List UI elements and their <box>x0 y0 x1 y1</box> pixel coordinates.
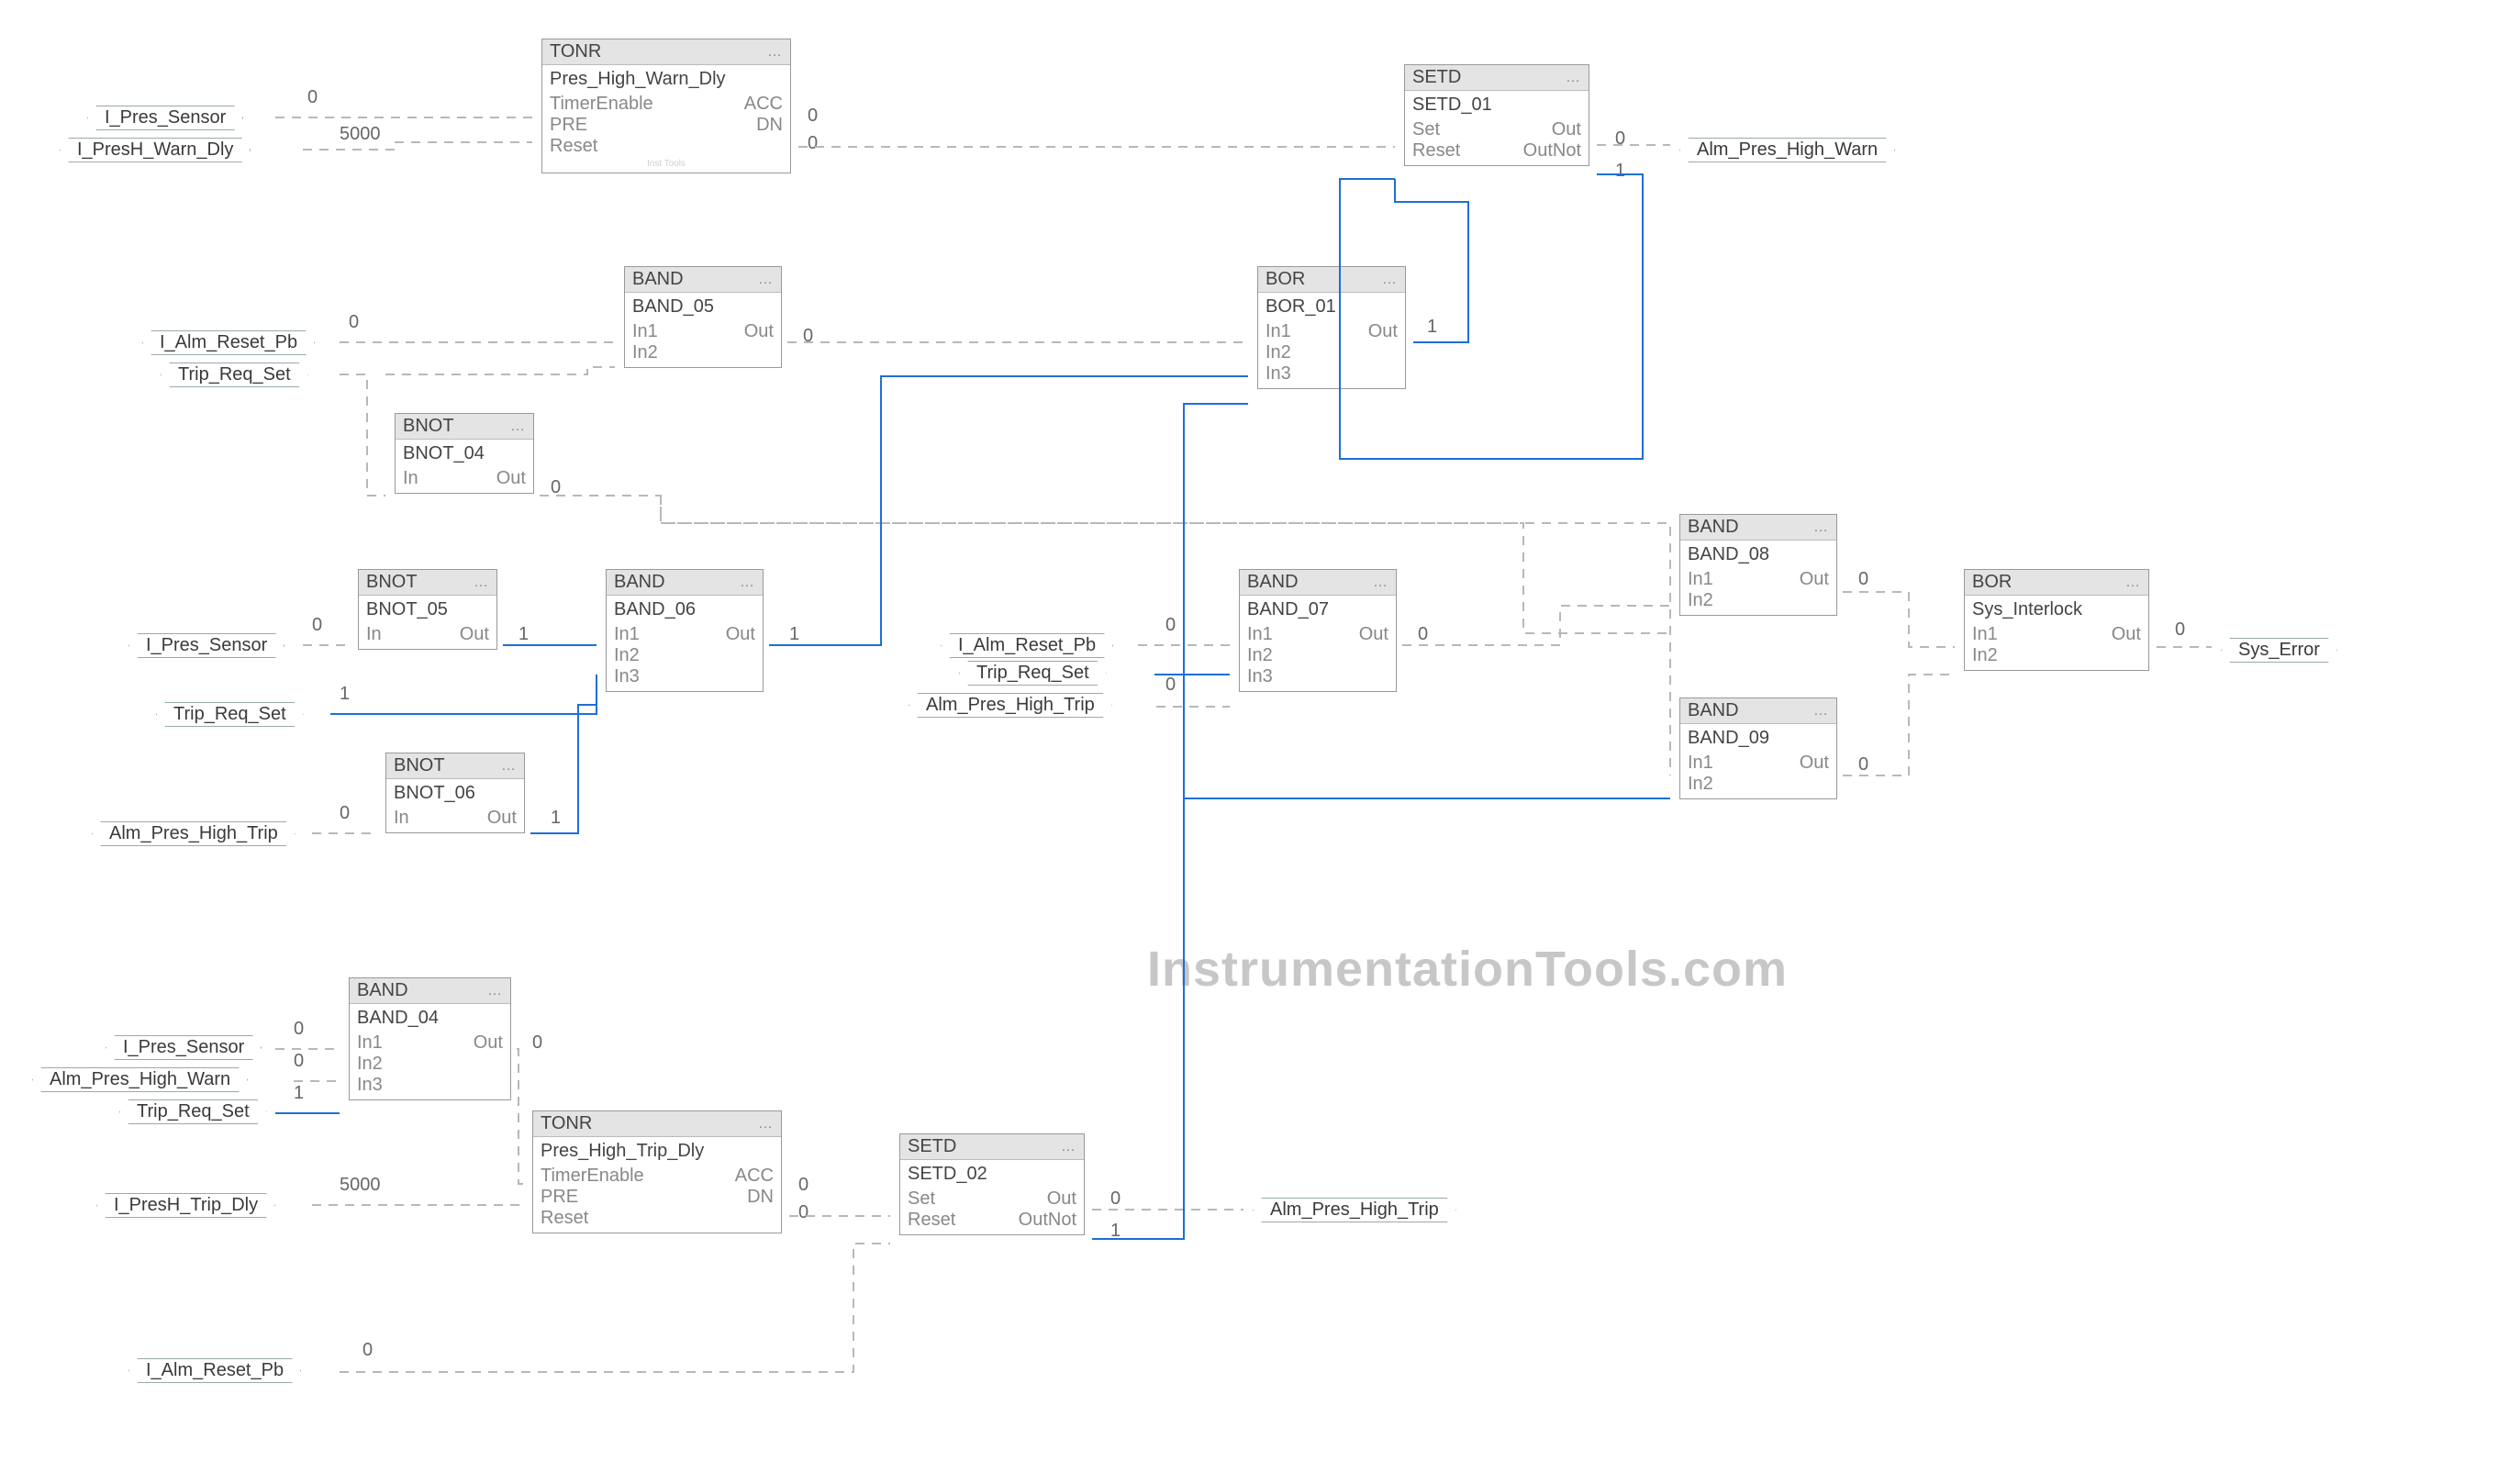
tag-trip-req-set-4[interactable]: Trip_Req_Set <box>119 1099 267 1124</box>
ellipsis-icon[interactable]: … <box>1566 70 1581 86</box>
tag-alm-pres-high-trip-1[interactable]: Alm_Pres_High_Trip <box>92 821 295 846</box>
block-tonr-pres-high-trip-dly[interactable]: TONR… Pres_High_Trip_Dly TimerEnableACC … <box>532 1110 782 1233</box>
block-bor-sys-interlock[interactable]: BOR… Sys_Interlock In1Out In2 <box>1964 569 2149 671</box>
wire-value: 0 <box>1858 569 1868 590</box>
wire-value: 1 <box>340 684 350 705</box>
ellipsis-icon[interactable]: … <box>1813 703 1829 720</box>
block-bnot-06[interactable]: BNOT… BNOT_06 InOut <box>385 753 525 833</box>
wire-value: 1 <box>1615 161 1625 182</box>
ellipsis-icon[interactable]: … <box>1373 575 1388 591</box>
wire-value: 0 <box>349 312 359 333</box>
wire-value: 1 <box>518 624 529 645</box>
ellipsis-icon[interactable]: … <box>758 272 774 288</box>
wire-value: 0 <box>808 133 818 154</box>
tag-i-pres-sensor-2[interactable]: I_Pres_Sensor <box>128 633 284 658</box>
ellipsis-icon[interactable]: … <box>510 418 526 435</box>
wires-layer <box>0 0 2520 1484</box>
ellipsis-icon[interactable]: … <box>2125 575 2141 591</box>
wire-value: 1 <box>789 624 799 645</box>
ellipsis-icon[interactable]: … <box>1061 1139 1076 1155</box>
block-band-08[interactable]: BAND… BAND_08 In1Out In2 <box>1679 514 1837 616</box>
wire-value: 0 <box>294 1019 304 1040</box>
block-setd-01[interactable]: SETD… SETD_01 SetOut ResetOutNot <box>1404 64 1589 166</box>
block-bnot-04[interactable]: BNOT… BNOT_04 InOut <box>395 413 534 494</box>
wire-value: 1 <box>1427 317 1437 338</box>
ellipsis-icon[interactable]: … <box>501 758 517 775</box>
ellipsis-icon[interactable]: … <box>1813 519 1829 536</box>
wire-value: 0 <box>808 106 818 127</box>
wire-value: 0 <box>312 615 322 636</box>
tag-sys-error[interactable]: Sys_Error <box>2221 638 2337 663</box>
tag-alm-pres-high-trip-out[interactable]: Alm_Pres_High_Trip <box>1253 1198 1456 1222</box>
tag-i-alm-reset-pb-1[interactable]: I_Alm_Reset_Pb <box>142 330 315 355</box>
wire-value: 0 <box>340 803 350 824</box>
tag-trip-req-set-2[interactable]: Trip_Req_Set <box>156 702 304 727</box>
tag-i-presh-trip-dly[interactable]: I_PresH_Trip_Dly <box>96 1193 275 1218</box>
fbd-canvas: InstrumentationTools.com TONR… Pres_High… <box>0 0 2520 1484</box>
tag-trip-req-set-3[interactable]: Trip_Req_Set <box>959 661 1107 686</box>
wire-value: 1 <box>294 1083 304 1104</box>
wire-value: 0 <box>1615 128 1625 150</box>
block-bnot-05[interactable]: BNOT… BNOT_05 InOut <box>358 569 497 650</box>
wire-value: 1 <box>551 808 561 829</box>
tag-i-pres-sensor-3[interactable]: I_Pres_Sensor <box>106 1035 262 1060</box>
wire-value: 0 <box>362 1340 373 1361</box>
wire-value: 0 <box>307 87 318 108</box>
tag-i-pres-sensor-1[interactable]: I_Pres_Sensor <box>87 106 243 130</box>
block-type: TONR <box>550 41 601 62</box>
ellipsis-icon[interactable]: … <box>767 44 783 61</box>
wire-value: 0 <box>294 1051 304 1072</box>
block-instance: Pres_High_Warn_Dly <box>550 69 783 94</box>
ellipsis-icon[interactable]: … <box>474 575 489 591</box>
tag-alm-pres-high-trip-2[interactable]: Alm_Pres_High_Trip <box>909 693 1112 718</box>
wire-value: 1 <box>1110 1221 1121 1242</box>
wire-value: 0 <box>1165 675 1176 696</box>
wire-value: 0 <box>532 1032 542 1054</box>
block-tonr-pres-high-warn-dly[interactable]: TONR… Pres_High_Warn_Dly TimerEnableACC … <box>541 39 791 173</box>
tag-alm-pres-high-warn-out[interactable]: Alm_Pres_High_Warn <box>1679 138 1895 162</box>
wire-value: 0 <box>551 477 561 498</box>
tag-i-alm-reset-pb-2[interactable]: I_Alm_Reset_Pb <box>941 633 1113 658</box>
block-band-05[interactable]: BAND… BAND_05 In1Out In2 <box>624 266 782 368</box>
ellipsis-icon[interactable]: … <box>758 1116 774 1133</box>
block-band-06[interactable]: BAND… BAND_06 In1Out In2 In3 <box>606 569 764 692</box>
wire-value: 0 <box>1165 615 1176 636</box>
block-band-04[interactable]: BAND… BAND_04 In1Out In2 In3 <box>349 977 511 1100</box>
wire-value: 0 <box>2175 619 2185 641</box>
wire-value: 0 <box>1418 624 1428 645</box>
ellipsis-icon[interactable]: … <box>1382 272 1398 288</box>
wire-value: 0 <box>798 1175 808 1196</box>
block-bor-01[interactable]: BOR… BOR_01 In1Out In2 In3 <box>1257 266 1406 389</box>
block-band-07[interactable]: BAND… BAND_07 In1Out In2 In3 <box>1239 569 1397 692</box>
ellipsis-icon[interactable]: … <box>487 983 503 999</box>
wire-value: 0 <box>1110 1188 1121 1210</box>
tag-trip-req-set-1[interactable]: Trip_Req_Set <box>161 363 308 387</box>
wire-value: 5000 <box>340 1175 381 1196</box>
tag-i-presh-warn-dly[interactable]: I_PresH_Warn_Dly <box>60 138 251 162</box>
wire-value: 0 <box>1858 754 1868 775</box>
wire-value: 0 <box>798 1202 808 1223</box>
wire-value: 5000 <box>340 124 381 145</box>
wire-value: 0 <box>803 326 813 347</box>
block-setd-02[interactable]: SETD… SETD_02 SetOut ResetOutNot <box>899 1133 1085 1235</box>
block-band-09[interactable]: BAND… BAND_09 In1Out In2 <box>1679 697 1837 799</box>
tag-alm-pres-high-warn-in[interactable]: Alm_Pres_High_Warn <box>32 1067 248 1092</box>
watermark: InstrumentationTools.com <box>1147 941 1788 998</box>
tag-i-alm-reset-pb-3[interactable]: I_Alm_Reset_Pb <box>128 1358 301 1383</box>
ellipsis-icon[interactable]: … <box>740 575 755 591</box>
